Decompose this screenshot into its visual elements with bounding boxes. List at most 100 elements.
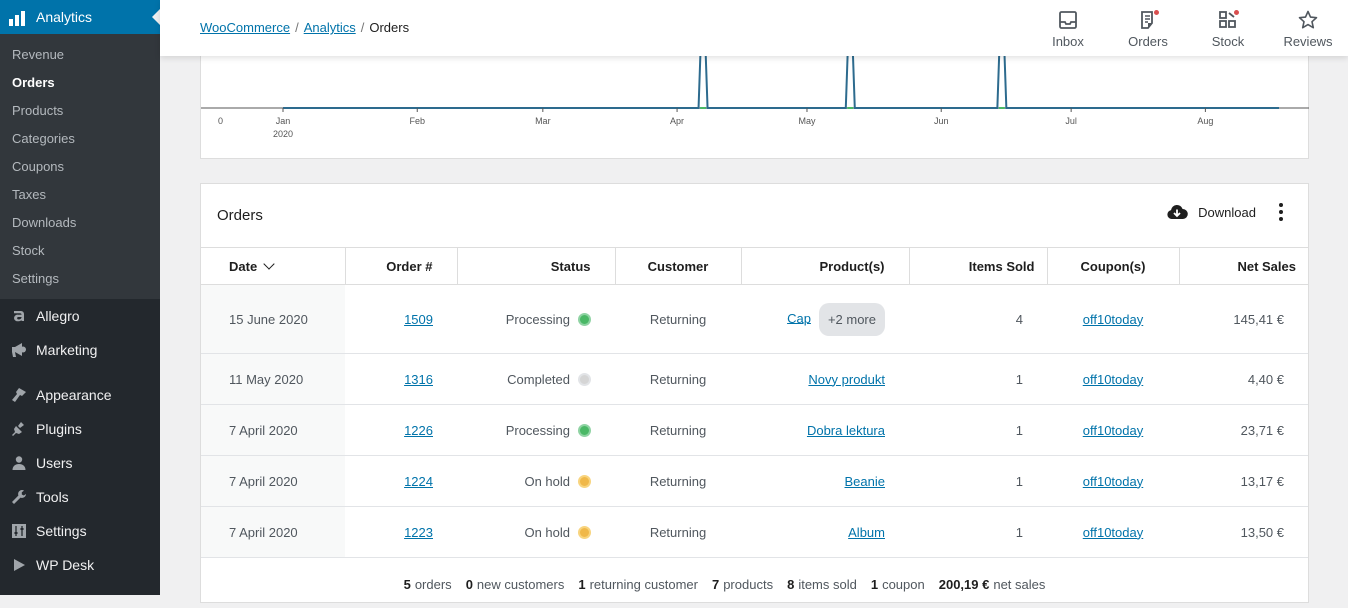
- plug-icon: [9, 419, 29, 439]
- sidebar-item-label: Plugins: [36, 421, 82, 437]
- allegro-icon: [9, 306, 29, 326]
- column-header-status[interactable]: Status: [457, 247, 616, 285]
- product-link[interactable]: Novy produkt: [808, 372, 885, 387]
- bar-chart-icon: [9, 8, 27, 26]
- tab-stock[interactable]: Stock: [1188, 0, 1268, 56]
- cell-date: 7 April 2020: [201, 506, 345, 558]
- download-button[interactable]: Download: [1166, 203, 1256, 221]
- submenu-item-settings[interactable]: Settings: [0, 265, 160, 293]
- cell-status: Completed: [457, 353, 615, 405]
- coupon-link[interactable]: off10today: [1083, 372, 1143, 387]
- x-tick-sublabel: 2020: [273, 129, 293, 139]
- submenu-item-stock[interactable]: Stock: [0, 237, 160, 265]
- cell-products: Dobra lektura: [741, 404, 909, 456]
- tab-label: Inbox: [1052, 34, 1084, 49]
- column-header-order-number[interactable]: Order #: [345, 247, 458, 285]
- sidebar-item-users[interactable]: Users: [0, 446, 160, 480]
- column-header-date[interactable]: Date: [201, 247, 346, 285]
- summary-coupons: 1 coupon: [870, 576, 925, 592]
- more-products-button[interactable]: +2 more: [818, 302, 885, 336]
- sidebar-item-marketing[interactable]: Marketing: [0, 333, 160, 367]
- status-indicator-icon: [578, 525, 591, 539]
- star-icon: [1298, 10, 1318, 29]
- breadcrumb-woocommerce[interactable]: WooCommerce: [200, 20, 290, 35]
- sidebar-item-plugins[interactable]: Plugins: [0, 412, 160, 446]
- breadcrumb-separator: /: [295, 20, 299, 35]
- product-link[interactable]: Album: [848, 525, 885, 540]
- tab-inbox[interactable]: Inbox: [1028, 0, 1108, 56]
- summary-net-sales: 200,19 € net sales: [938, 576, 1046, 592]
- notification-badge: [1233, 9, 1240, 16]
- order-number-link[interactable]: 1316: [404, 372, 433, 387]
- submenu-item-products[interactable]: Products: [0, 97, 160, 125]
- submenu-item-revenue[interactable]: Revenue: [0, 41, 160, 69]
- submenu-item-coupons[interactable]: Coupons: [0, 153, 160, 181]
- product-link[interactable]: Cap: [787, 310, 811, 325]
- sidebar-item-appearance[interactable]: Appearance: [0, 378, 160, 412]
- status-indicator-icon: [578, 474, 591, 488]
- cell-net-sales: 13,50 €: [1179, 506, 1308, 558]
- product-link[interactable]: Beanie: [845, 474, 885, 489]
- coupon-link[interactable]: off10today: [1083, 474, 1143, 489]
- table-row: 7 April 2020 1224 On hold Returning Beanie 1 o…: [201, 455, 1308, 507]
- activity-panel-tabs: Inbox Orders Stock Reviews: [1028, 0, 1348, 56]
- breadcrumb-analytics[interactable]: Analytics: [304, 20, 356, 35]
- column-header-net-sales[interactable]: Net Sales: [1179, 247, 1308, 285]
- inbox-icon: [1059, 11, 1077, 29]
- order-number-link[interactable]: 1509: [404, 312, 433, 327]
- cell-status: On hold: [457, 506, 615, 558]
- status-indicator-icon: [578, 312, 591, 326]
- cell-items-sold: 1: [909, 506, 1047, 558]
- cell-date: 7 April 2020: [201, 455, 345, 507]
- cell-products: Cap +2 more: [741, 284, 909, 354]
- wrench-icon: [9, 487, 29, 507]
- cell-products: Album: [741, 506, 909, 558]
- tab-label: Reviews: [1283, 34, 1333, 49]
- table-row: 7 April 2020 1226 Processing Returning Dobra…: [201, 404, 1308, 456]
- cell-date: 15 June 2020: [201, 284, 345, 354]
- coupon-link[interactable]: off10today: [1083, 525, 1143, 540]
- cell-products: Beanie: [741, 455, 909, 507]
- cell-date: 11 May 2020: [201, 353, 345, 405]
- breadcrumb-separator: /: [360, 20, 365, 35]
- cell-items-sold: 1: [909, 404, 1047, 456]
- summary-returning-customers: 1 returning customer: [578, 576, 698, 592]
- cell-net-sales: 23,71 €: [1179, 404, 1308, 456]
- cell-items-sold: 1: [909, 455, 1047, 507]
- orders-table: Date Order # Status Customer Product(s) …: [201, 247, 1308, 558]
- sidebar-item-label: Allegro: [36, 308, 80, 324]
- sidebar-item-label: Appearance: [36, 387, 112, 403]
- order-number-link[interactable]: 1224: [404, 474, 433, 489]
- play-icon: [9, 555, 29, 575]
- tab-reviews[interactable]: Reviews: [1268, 0, 1348, 56]
- coupon-link[interactable]: off10today: [1083, 423, 1143, 438]
- more-options-button[interactable]: [1278, 203, 1284, 221]
- order-number-link[interactable]: 1226: [404, 423, 433, 438]
- column-header-customer[interactable]: Customer: [615, 247, 742, 285]
- sidebar-item-allegro[interactable]: Allegro: [0, 299, 160, 333]
- sidebar-item-analytics[interactable]: Analytics: [0, 0, 160, 34]
- column-header-coupons[interactable]: Coupon(s): [1047, 247, 1180, 285]
- chevron-down-icon: [263, 257, 275, 270]
- sliders-icon: [9, 521, 29, 541]
- column-header-items-sold[interactable]: Items Sold: [909, 247, 1048, 285]
- x-tick-label: Feb: [409, 116, 425, 126]
- submenu-item-downloads[interactable]: Downloads: [0, 209, 160, 237]
- sidebar-item-settings[interactable]: Settings: [0, 514, 160, 548]
- x-tick-label: Mar: [535, 116, 551, 126]
- sidebar-item-wp-desk[interactable]: WP Desk: [0, 548, 160, 582]
- submenu-item-categories[interactable]: Categories: [0, 125, 160, 153]
- order-number-link[interactable]: 1223: [404, 525, 433, 540]
- column-header-products[interactable]: Product(s): [741, 247, 910, 285]
- sidebar-item-label: Users: [36, 455, 73, 471]
- product-link[interactable]: Dobra lektura: [807, 423, 885, 438]
- sidebar-item-tools[interactable]: Tools: [0, 480, 160, 514]
- sidebar-item-label: Tools: [36, 489, 69, 505]
- tab-orders[interactable]: Orders: [1108, 0, 1188, 56]
- coupon-link[interactable]: off10today: [1083, 312, 1143, 327]
- table-summary: 5 orders 0 new customers 1 returning custom…: [201, 558, 1308, 608]
- cell-net-sales: 145,41 €: [1179, 284, 1308, 354]
- submenu-item-orders[interactable]: Orders: [0, 69, 160, 97]
- x-tick-label: Jun: [934, 116, 949, 126]
- submenu-item-taxes[interactable]: Taxes: [0, 181, 160, 209]
